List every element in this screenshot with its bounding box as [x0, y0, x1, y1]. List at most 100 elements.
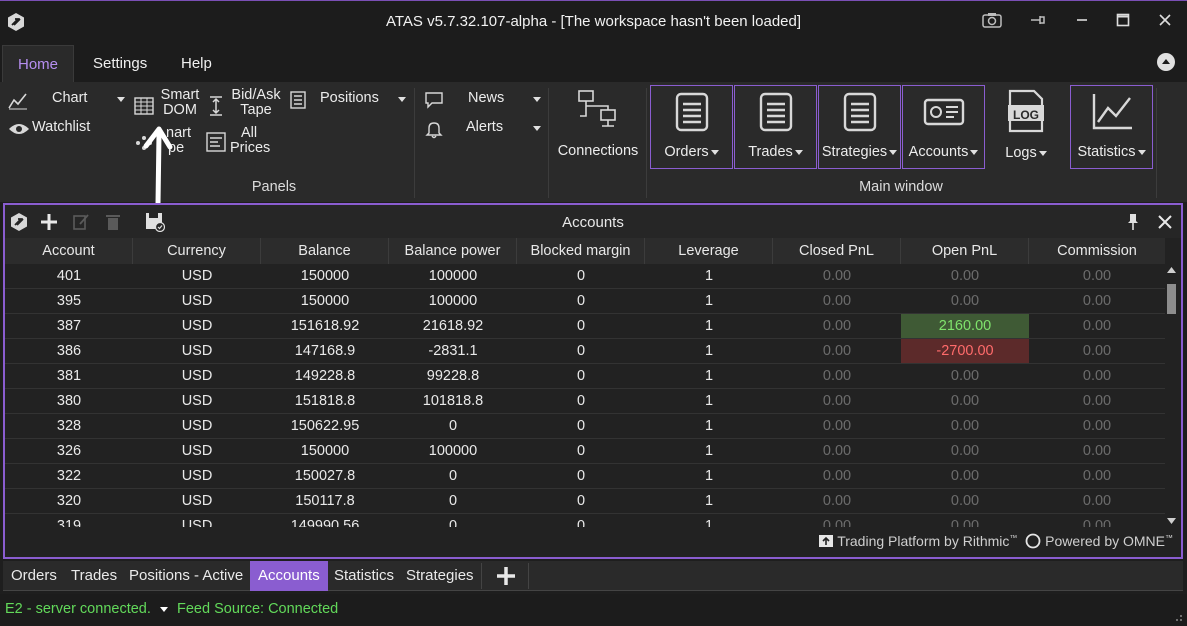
chevron-up-icon — [1162, 59, 1170, 64]
panel-header: Accounts — [5, 205, 1181, 238]
minimize-button[interactable] — [1070, 9, 1094, 31]
table-row[interactable]: 326 USD 150000 100000 0 1 0.00 0.00 0.00 — [5, 439, 1165, 464]
logs-icon-text: LOG — [1013, 108, 1039, 122]
bottom-tab-trades[interactable]: Trades — [63, 561, 125, 591]
table-row[interactable]: 387 USD 151618.92 21618.92 0 1 0.00 2160.00 0.00 — [5, 314, 1165, 339]
column-header-balance[interactable]: Balance — [261, 238, 389, 264]
cell-commission: 0.00 — [1082, 318, 1112, 334]
table-row[interactable]: 381 USD 149228.8 99228.8 0 1 0.00 0.00 0.00 — [5, 364, 1165, 389]
cell-balance: 151618.92 — [290, 318, 360, 334]
table-row[interactable]: 322 USD 150027.8 0 0 1 0.00 0.00 0.00 — [5, 464, 1165, 489]
chevron-down-icon — [970, 149, 979, 155]
cell-currency: USD — [181, 443, 213, 459]
document-lines-icon — [843, 92, 876, 132]
table-row[interactable]: 395 USD 150000 100000 0 1 0.00 0.00 0.00 — [5, 289, 1165, 314]
cell-open-pnl: 0.00 — [950, 268, 980, 284]
bottom-tab-orders[interactable]: Orders — [3, 561, 65, 591]
screenshot-button[interactable] — [980, 9, 1004, 31]
bottom-tab-accounts[interactable]: Accounts — [250, 561, 328, 591]
collapse-ribbon-button[interactable] — [1157, 53, 1175, 71]
cell-account: 401 — [56, 268, 82, 284]
cell-commission: 0.00 — [1082, 418, 1112, 434]
cell-blocked-margin: 0 — [576, 393, 586, 409]
cell-currency: USD — [181, 318, 213, 334]
scrollbar-thumb[interactable] — [1167, 284, 1176, 314]
chart-button[interactable]: Chart — [8, 90, 128, 112]
column-header-balance-power[interactable]: Balance power — [389, 238, 517, 264]
maximize-icon — [1116, 13, 1130, 27]
maximize-button[interactable] — [1111, 9, 1135, 31]
cell-blocked-margin: 0 — [576, 468, 586, 484]
pin-window-button[interactable] — [1026, 9, 1050, 31]
all-prices-button[interactable]: All Prices — [206, 126, 276, 160]
close-window-button[interactable] — [1153, 9, 1177, 31]
orders-window-button[interactable]: Orders — [650, 85, 733, 169]
scroll-down-icon[interactable] — [1166, 517, 1177, 525]
cell-blocked-margin: 0 — [576, 418, 586, 434]
table-row[interactable]: 386 USD 147168.9 -2831.1 0 1 0.00 -2700.00 0.00 — [5, 339, 1165, 364]
cell-commission: 0.00 — [1082, 268, 1112, 284]
feed-status: Feed Source: Connected — [177, 601, 339, 617]
column-header-account[interactable]: Account — [5, 238, 133, 264]
menu-tab-help[interactable]: Help — [166, 45, 227, 82]
column-header-closed-pnl[interactable]: Closed PnL — [773, 238, 901, 264]
scroll-up-icon[interactable] — [1166, 266, 1177, 274]
cell-currency: USD — [181, 293, 213, 309]
add-tab-button[interactable] — [481, 563, 529, 589]
cell-leverage: 1 — [704, 268, 714, 284]
statistics-window-button[interactable]: Statistics — [1070, 85, 1153, 169]
ribbon-separator — [548, 88, 549, 198]
column-header-commission[interactable]: Commission — [1029, 238, 1165, 264]
cell-commission: 0.00 — [1082, 393, 1112, 409]
cell-currency: USD — [181, 368, 213, 384]
table-row[interactable]: 320 USD 150117.8 0 0 1 0.00 0.00 0.00 — [5, 489, 1165, 514]
watchlist-button[interactable]: Watchlist — [8, 119, 108, 139]
news-label: News — [468, 90, 505, 106]
trades-label: Trades — [748, 144, 793, 160]
table-row[interactable]: 328 USD 150622.95 0 0 1 0.00 0.00 0.00 — [5, 414, 1165, 439]
table-row[interactable]: 380 USD 151818.8 101818.8 0 1 0.00 0.00 0.00 — [5, 389, 1165, 414]
resize-grip-icon[interactable] — [1173, 612, 1183, 622]
bidask-tape-button[interactable]: Bid/Ask Tape — [208, 88, 284, 124]
column-header-leverage[interactable]: Leverage — [645, 238, 773, 264]
close-icon[interactable] — [1155, 212, 1175, 232]
connections-button[interactable]: Connections — [552, 86, 644, 166]
menu-tab-settings[interactable]: Settings — [78, 45, 162, 82]
server-status-dropdown-icon[interactable] — [160, 607, 168, 612]
menu-tab-home[interactable]: Home — [2, 45, 75, 82]
pin-icon — [1031, 16, 1045, 24]
vertical-scrollbar[interactable] — [1165, 264, 1178, 527]
cell-leverage: 1 — [704, 293, 714, 309]
positions-label: Positions — [320, 90, 379, 106]
positions-button[interactable]: Positions — [290, 90, 408, 112]
logs-label: Logs — [1005, 145, 1037, 161]
column-header-open-pnl[interactable]: Open PnL — [901, 238, 1029, 264]
smart-dom-button[interactable]: Smart DOM — [134, 88, 204, 124]
column-header-currency[interactable]: Currency — [133, 238, 261, 264]
cell-account: 386 — [56, 343, 82, 359]
trades-window-button[interactable]: Trades — [734, 85, 817, 169]
cell-leverage: 1 — [704, 468, 714, 484]
accounts-window-button[interactable]: Accounts — [902, 85, 985, 169]
document-lines-icon — [759, 92, 792, 132]
news-button[interactable]: News — [424, 90, 546, 112]
cell-leverage: 1 — [704, 368, 714, 384]
chevron-down-icon — [1137, 149, 1146, 155]
alerts-button[interactable]: Alerts — [424, 119, 546, 141]
menu-bar: Home Settings Help — [0, 42, 1187, 82]
logs-window-button[interactable]: LOG Logs — [990, 85, 1062, 169]
bottom-tab-strategies[interactable]: Strategies — [398, 561, 482, 591]
bottom-tab-statistics[interactable]: Statistics — [326, 561, 402, 591]
cell-leverage: 1 — [704, 393, 714, 409]
table-row[interactable]: 401 USD 150000 100000 0 1 0.00 0.00 0.00 — [5, 264, 1165, 289]
bottom-tab-positions-active[interactable]: Positions - Active — [121, 561, 251, 591]
pin-icon[interactable] — [1123, 212, 1143, 232]
cell-closed-pnl: 0.00 — [822, 493, 852, 509]
cell-open-pnl: 0.00 — [950, 293, 980, 309]
strategies-window-button[interactable]: Strategies — [818, 85, 901, 169]
chat-bubble-icon — [425, 92, 443, 109]
column-header-blocked-margin[interactable]: Blocked margin — [517, 238, 645, 264]
cell-commission: 0.00 — [1082, 468, 1112, 484]
table-row[interactable]: 319 USD 149990.56 0 0 1 0.00 0.00 0.00 — [5, 514, 1165, 527]
connections-label: Connections — [557, 143, 639, 159]
